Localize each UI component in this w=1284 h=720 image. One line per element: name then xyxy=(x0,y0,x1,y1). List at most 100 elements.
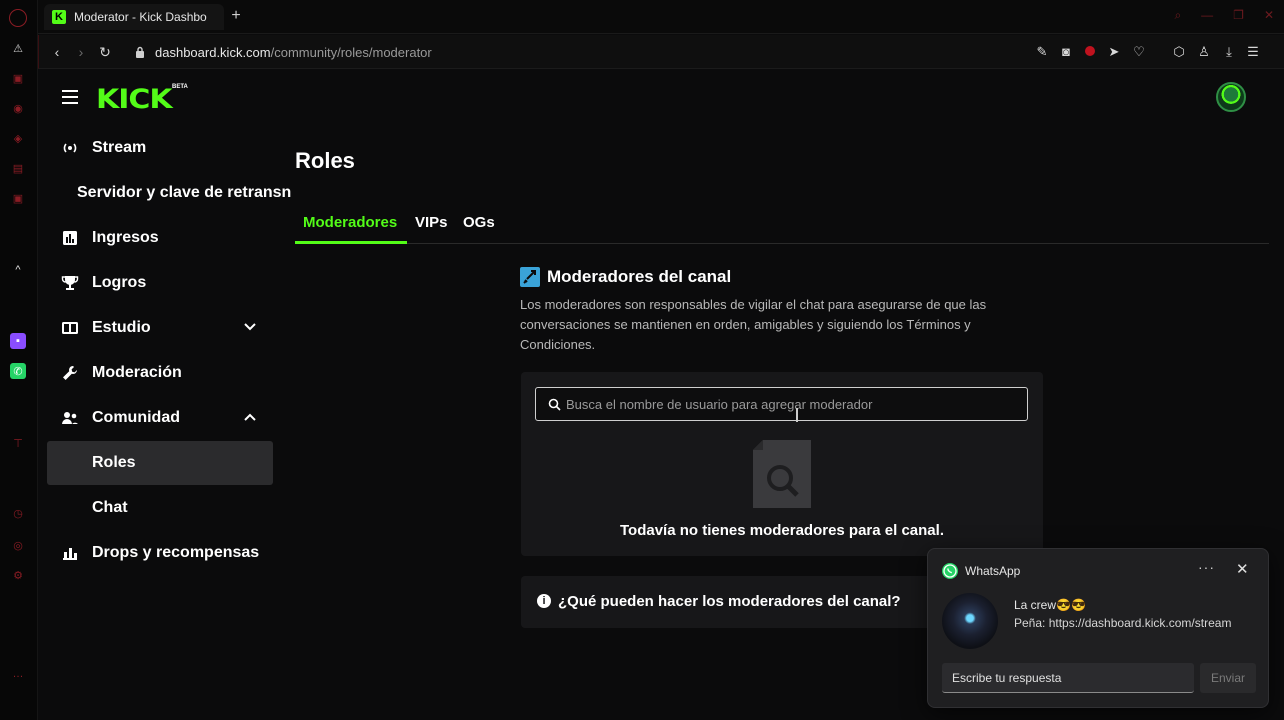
sidebar-item-comunidad[interactable]: Comunidad xyxy=(47,396,273,440)
reply-input[interactable] xyxy=(942,663,1194,692)
message-preview: Peña: https://dashboard.kick.com/stream xyxy=(1014,616,1232,630)
sidebar-item-label: Servidor y clave de retransn xyxy=(77,184,292,201)
sidebar-item-moderacion[interactable]: Moderación xyxy=(47,351,273,395)
send-button[interactable]: Enviar xyxy=(1200,663,1256,693)
wrench-icon xyxy=(61,364,79,382)
address-bar: ‹ › ↻ dashboard.kick.com/community/roles… xyxy=(38,35,1284,69)
rail-app-icon[interactable]: ◉ xyxy=(10,100,26,116)
close-window-icon[interactable]: ✕ xyxy=(1264,8,1274,23)
rail-app-icon[interactable]: ^ xyxy=(10,262,26,278)
heart-icon[interactable]: ♡ xyxy=(1131,44,1147,60)
sidebar-item-logros[interactable]: Logros xyxy=(47,261,273,305)
edit-icon[interactable]: ✎ xyxy=(1034,44,1050,60)
sidebar-item-label: Roles xyxy=(92,454,136,471)
studio-icon xyxy=(61,319,79,337)
whatsapp-rail-icon[interactable]: ✆ xyxy=(10,363,26,379)
rail-app-icon[interactable]: ▤ xyxy=(10,160,26,176)
sidebar-item-chat[interactable]: Chat xyxy=(47,486,273,530)
moderator-sword-icon xyxy=(520,267,540,287)
forward-icon[interactable]: › xyxy=(73,44,89,60)
whatsapp-notification[interactable]: WhatsApp ··· ✕ La crew😎😎 Peña: https://d… xyxy=(927,548,1269,708)
chevron-down-icon[interactable] xyxy=(243,320,257,334)
more-options-icon[interactable]: ··· xyxy=(1198,559,1215,575)
sidebar-item-label: Ingresos xyxy=(92,229,159,246)
beta-badge: BETA xyxy=(172,84,188,90)
user-avatar[interactable] xyxy=(1216,82,1246,112)
opera-logo-icon[interactable] xyxy=(9,9,27,27)
sidebar-item-label: Moderación xyxy=(92,364,182,381)
reply-box xyxy=(942,663,1194,693)
lock-icon[interactable] xyxy=(135,46,145,58)
sidebar-item-stream[interactable]: Stream xyxy=(47,126,273,170)
record-icon[interactable] xyxy=(1082,44,1098,60)
window-controls: ⌕ — ❐ ✕ xyxy=(1174,8,1274,23)
sidebar-item-label: Stream xyxy=(92,139,147,156)
url-path: /community/roles/moderator xyxy=(270,45,432,60)
minimize-icon[interactable]: — xyxy=(1201,8,1213,23)
sidebar-item-label: Comunidad xyxy=(92,409,180,426)
twitch-icon[interactable]: ▪ xyxy=(10,333,26,349)
rail-app-icon[interactable]: ▣ xyxy=(10,190,26,206)
contact-avatar xyxy=(942,593,998,649)
url-field[interactable]: dashboard.kick.com/community/roles/moder… xyxy=(155,45,432,60)
sidebar-item-estudio[interactable]: Estudio xyxy=(47,306,273,350)
sidebar-item-stream-key[interactable]: Servidor y clave de retransn xyxy=(47,171,291,215)
browser-tab[interactable]: K Moderator - Kick Dashbo xyxy=(44,4,224,30)
reload-icon[interactable]: ↻ xyxy=(97,44,113,60)
text-cursor xyxy=(796,408,798,422)
download-icon[interactable]: ⤓ xyxy=(1221,44,1237,60)
section-description: Los moderadores son responsables de vigi… xyxy=(520,297,987,352)
users-icon xyxy=(61,409,79,427)
bar-chart-icon xyxy=(61,229,79,247)
empty-state-text: Todavía no tienes moderadores para el ca… xyxy=(619,522,944,539)
send-icon[interactable]: ➤ xyxy=(1106,44,1122,60)
history-icon[interactable]: ◷ xyxy=(10,505,26,521)
camera-icon[interactable]: ◙ xyxy=(1058,44,1074,60)
url-domain: dashboard.kick.com xyxy=(155,45,271,60)
sidebar-item-label: Chat xyxy=(92,499,128,516)
maximize-icon[interactable]: ❐ xyxy=(1233,8,1244,23)
close-icon[interactable]: ✕ xyxy=(1236,560,1249,578)
search-input[interactable] xyxy=(566,388,1021,420)
rail-more-icon[interactable]: … xyxy=(10,666,26,682)
sidebar-item-label: Logros xyxy=(92,274,147,291)
rail-app-icon[interactable]: ◎ xyxy=(10,537,26,553)
active-tab-indicator xyxy=(295,241,407,244)
chevron-up-icon[interactable] xyxy=(243,410,257,424)
new-tab-button[interactable]: + xyxy=(228,8,244,24)
rail-app-icon[interactable]: ◈ xyxy=(10,130,26,146)
settings-icon[interactable]: ⚙ xyxy=(10,567,26,583)
back-icon[interactable]: ‹ xyxy=(49,44,65,60)
notification-app-name: WhatsApp xyxy=(965,564,1021,578)
warning-icon[interactable]: ⚠ xyxy=(10,40,26,56)
empty-document-search-icon xyxy=(753,440,811,508)
broadcast-icon xyxy=(61,139,79,157)
sidebar-item-label: Estudio xyxy=(92,319,151,336)
cube-icon[interactable]: ⬡ xyxy=(1171,44,1187,60)
search-icon xyxy=(548,398,561,411)
page-title: Roles xyxy=(295,148,355,173)
trophy-icon xyxy=(61,274,79,292)
sidebar-item-roles[interactable]: Roles xyxy=(47,441,273,485)
sidebar-item-ingresos[interactable]: Ingresos xyxy=(47,216,273,260)
rail-app-icon[interactable]: ⊤ xyxy=(10,435,26,451)
sidebar-item-drops[interactable]: Drops y recompensas xyxy=(47,531,273,575)
tab-ogs[interactable]: OGs xyxy=(463,214,495,231)
search-box xyxy=(535,387,1028,421)
search-tabs-icon[interactable]: ⌕ xyxy=(1174,8,1181,23)
kick-favicon-icon: K xyxy=(52,10,66,24)
info-icon: i xyxy=(537,594,551,608)
whatsapp-icon xyxy=(942,563,958,579)
tab-title: Moderator - Kick Dashbo xyxy=(74,10,207,24)
profile-icon[interactable]: ♙ xyxy=(1196,44,1212,60)
menu-icon[interactable]: ☰ xyxy=(1245,44,1261,60)
faq-question: ¿Qué pueden hacer los moderadores del ca… xyxy=(558,593,901,610)
section-title: Moderadores del canal xyxy=(547,267,732,286)
roles-tabs: Moderadores VIPs OGs xyxy=(295,212,1269,244)
tab-moderadores[interactable]: Moderadores xyxy=(303,214,397,231)
tab-vips[interactable]: VIPs xyxy=(415,214,448,231)
rail-app-icon[interactable]: ▣ xyxy=(10,70,26,86)
browser-tab-bar xyxy=(38,0,1284,34)
kick-logo[interactable]: KICK xyxy=(96,84,173,116)
hamburger-menu-icon[interactable] xyxy=(62,90,78,104)
